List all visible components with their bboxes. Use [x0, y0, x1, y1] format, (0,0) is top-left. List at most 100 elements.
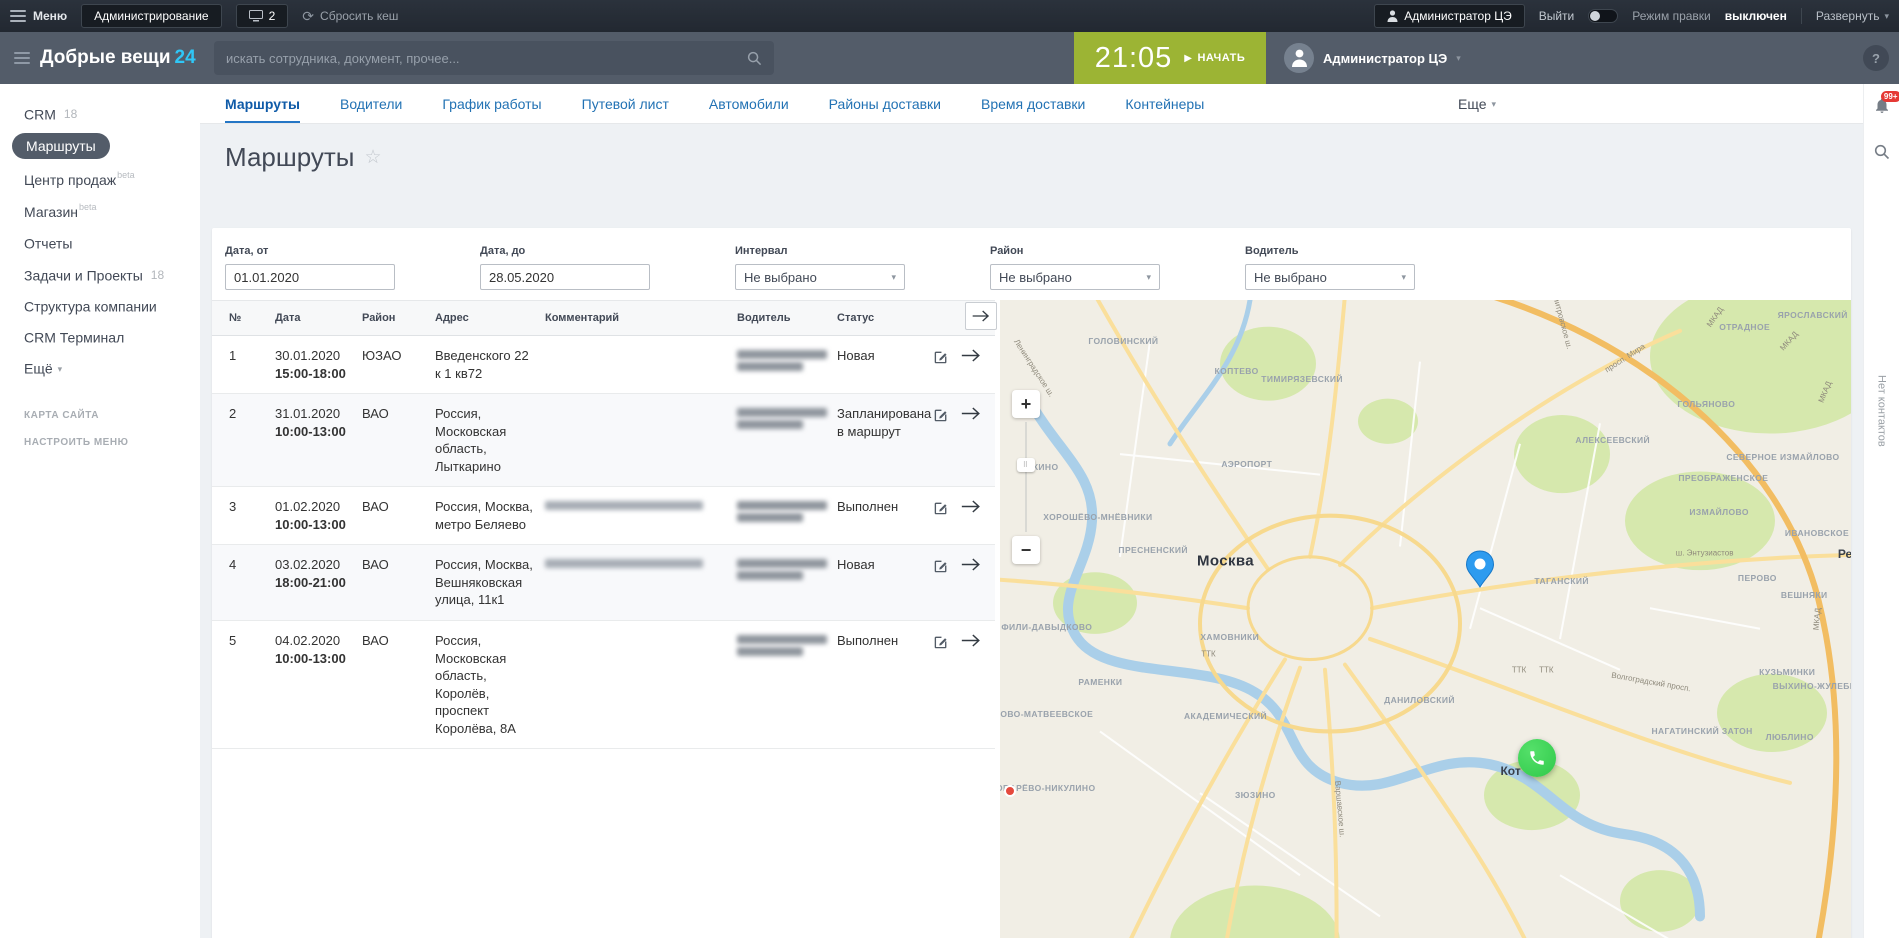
edit-route-button[interactable] — [932, 557, 950, 575]
sidebar-link-sitemap[interactable]: КАРТА САЙТА — [0, 402, 200, 429]
sidebar-item-routes[interactable]: Маршруты — [0, 129, 200, 163]
app-logo[interactable]: Добрые вещи24 — [40, 47, 196, 69]
sidebar-item-store[interactable]: Магазинbeta — [0, 195, 200, 227]
edit-mode-toggle[interactable] — [1588, 9, 1618, 23]
column-header: Водитель — [737, 312, 837, 324]
sidebar-item-label: Структура компании — [24, 298, 157, 314]
route-status-cell: Выполнен — [837, 498, 932, 533]
sidebar-item-crm-terminal[interactable]: CRM Терминал — [0, 321, 200, 352]
help-button[interactable]: ? — [1863, 45, 1889, 71]
open-route-button[interactable] — [960, 348, 982, 363]
administration-button[interactable]: Администрирование — [81, 4, 221, 28]
tab-schedule[interactable]: График работы — [442, 84, 541, 123]
sidebar-item-sales-center[interactable]: Центр продажbeta — [0, 163, 200, 195]
reset-cache-button[interactable]: ⟳ Сбросить кеш — [302, 8, 398, 25]
sidebar-item-reports[interactable]: Отчеты — [0, 227, 200, 258]
right-rail: 99+ Нет контактов — [1863, 84, 1899, 938]
logout-link[interactable]: Выйти — [1539, 9, 1575, 23]
table-row[interactable]: 301.02.202010:00-13:00ВАОРоссия, Москва,… — [212, 487, 995, 545]
contacts-empty-label: Нет контактов — [1876, 375, 1888, 447]
search-input[interactable] — [226, 51, 747, 66]
route-comment-cell — [545, 556, 737, 609]
filter-label: Дата, до — [480, 245, 650, 257]
metro-station-marker — [1004, 785, 1016, 797]
sidebar-toggle-icon[interactable] — [14, 52, 30, 64]
start-workday-button[interactable]: ▶ НАЧАТЬ — [1184, 52, 1245, 64]
route-address-cell: Введенского 22 к 1 кв72 — [435, 347, 545, 382]
tab-drivers[interactable]: Водители — [340, 84, 402, 123]
tab-routes[interactable]: Маршруты — [225, 84, 300, 123]
desktop-notifications-button[interactable]: 2 — [236, 4, 289, 28]
favorite-star-icon[interactable]: ☆ — [365, 146, 382, 169]
edit-route-button[interactable] — [932, 633, 950, 651]
route-status-cell: Выполнен — [837, 632, 932, 737]
sidebar-item-label: Центр продаж — [24, 172, 116, 188]
route-address-cell: Россия, Московская область, Королёв, про… — [435, 632, 545, 737]
zoom-out-button[interactable]: − — [1012, 536, 1040, 564]
chevron-down-icon: ▾ — [891, 272, 896, 283]
redacted-text — [545, 559, 703, 568]
tab-waybill[interactable]: Путевой лист — [582, 84, 669, 123]
person-icon — [1387, 10, 1398, 22]
tab-delivery-districts[interactable]: Районы доставки — [829, 84, 941, 123]
notifications-button[interactable]: 99+ — [1873, 96, 1891, 120]
select-value: Не выбрано — [999, 270, 1072, 285]
zoom-in-button[interactable]: + — [1012, 390, 1040, 418]
filter-select-district[interactable]: Не выбрано▾ — [990, 264, 1160, 290]
table-row[interactable]: 504.02.202010:00-13:00ВАОРоссия, Московс… — [212, 621, 995, 749]
route-driver-cell — [737, 556, 837, 609]
rail-search-button[interactable] — [1874, 144, 1890, 165]
route-comment-cell — [545, 405, 737, 475]
expand-table-button[interactable] — [965, 302, 997, 330]
telephony-button[interactable] — [1518, 739, 1556, 777]
sidebar-item-crm[interactable]: CRM 18 — [0, 98, 200, 129]
edit-route-button[interactable] — [932, 406, 950, 424]
table-row[interactable]: 130.01.202015:00-18:00ЮЗАОВведенского 22… — [212, 336, 995, 394]
open-route-button[interactable] — [960, 499, 982, 514]
person-icon — [1291, 49, 1308, 67]
table-row[interactable]: 403.02.202018:00-21:00ВАОРоссия, Москва,… — [212, 545, 995, 621]
zoom-slider-handle[interactable]: ⠿ — [1017, 458, 1035, 472]
sidebar-item-label: CRM — [24, 106, 56, 122]
map[interactable]: МоскваКотРеГОЛОВИНСКИЙОТРАДНОЕЯРОСЛАВСКИ… — [1000, 300, 1851, 938]
redacted-text — [737, 408, 827, 417]
column-header: № — [229, 312, 275, 324]
tab-cars[interactable]: Автомобили — [709, 84, 789, 123]
sidebar-item-label: Магазин — [24, 204, 78, 220]
open-route-button[interactable] — [960, 557, 982, 572]
divider — [1801, 8, 1802, 24]
open-route-button[interactable] — [960, 406, 982, 421]
workday-timer[interactable]: 21:05 ▶ НАЧАТЬ — [1074, 32, 1266, 84]
edit-route-button[interactable] — [932, 499, 950, 517]
section-tabs: Маршруты Водители График работы Путевой лис… — [200, 84, 1863, 124]
sidebar-link-configure-menu[interactable]: НАСТРОИТЬ МЕНЮ — [0, 429, 200, 456]
admin-menu-button[interactable]: Меню — [10, 9, 67, 23]
filter-select-driver[interactable]: Не выбрано▾ — [1245, 264, 1415, 290]
filter-district: РайонНе выбрано▾ — [990, 245, 1160, 290]
sidebar-item-tasks[interactable]: Задачи и Проекты18 — [0, 259, 200, 290]
refresh-icon: ⟳ — [302, 8, 314, 25]
expand-panel-button[interactable]: Развернуть ▾ — [1816, 9, 1889, 23]
filter-input-date-to[interactable] — [480, 264, 650, 290]
filter-input-date-from[interactable] — [225, 264, 395, 290]
filter-select-interval[interactable]: Не выбрано▾ — [735, 264, 905, 290]
zoom-slider-track[interactable] — [1025, 422, 1027, 532]
counter-badge: 18 — [64, 107, 77, 121]
global-search[interactable] — [214, 41, 774, 75]
phone-icon — [1528, 749, 1546, 767]
tabs-more-button[interactable]: Еще ▾ — [1458, 84, 1496, 124]
user-name: Администратор ЦЭ — [1323, 51, 1447, 66]
sidebar-item-label: CRM Терминал — [24, 329, 124, 345]
redacted-text — [737, 635, 827, 644]
user-menu[interactable]: Администратор ЦЭ ▾ — [1266, 43, 1479, 73]
edit-route-button[interactable] — [932, 348, 950, 366]
tab-containers[interactable]: Контейнеры — [1125, 84, 1204, 123]
route-date-cell: 30.01.202015:00-18:00 — [275, 347, 362, 382]
sidebar-item-more[interactable]: Ещё▾ — [0, 352, 200, 383]
table-row[interactable]: 231.01.202010:00-13:00ВАОРоссия, Московс… — [212, 394, 995, 487]
admin-user-button[interactable]: Администратор ЦЭ — [1374, 4, 1524, 28]
sidebar-item-company-structure[interactable]: Структура компании — [0, 290, 200, 321]
map-placemark[interactable] — [1465, 550, 1495, 593]
open-route-button[interactable] — [960, 633, 982, 648]
tab-delivery-time[interactable]: Время доставки — [981, 84, 1085, 123]
